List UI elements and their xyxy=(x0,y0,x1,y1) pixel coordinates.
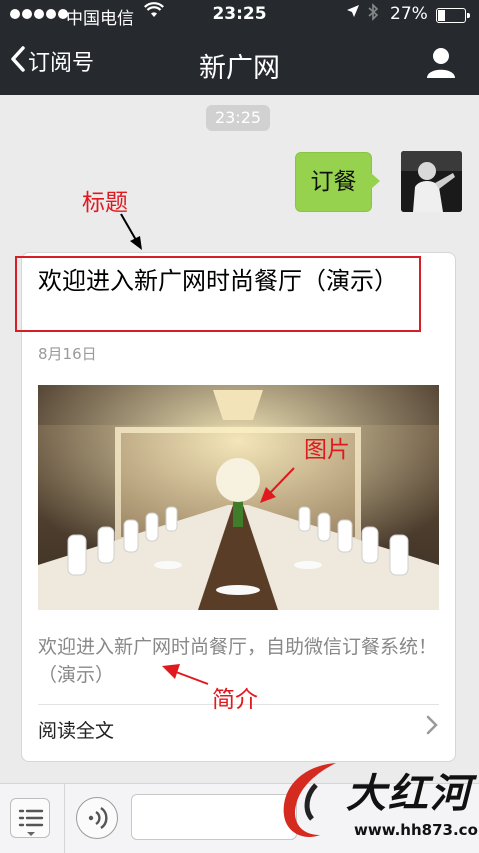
image-annotation-label: 图片 xyxy=(304,437,350,463)
page-title: 新广网 xyxy=(199,53,280,84)
bluetooth-icon xyxy=(367,3,379,25)
person-icon[interactable] xyxy=(424,46,458,80)
summary-annotation-label: 简介 xyxy=(212,687,258,713)
message-input[interactable] xyxy=(131,794,297,840)
battery-icon xyxy=(436,8,470,23)
sent-message-bubble[interactable]: 订餐 xyxy=(295,152,380,212)
voice-icon[interactable] xyxy=(76,797,118,839)
top-bar: 中国电信 23:25 27% 订阅号 新广网 xyxy=(0,0,479,95)
watermark-url: www.hh873.com xyxy=(354,821,479,839)
watermark-name: 大红河 xyxy=(346,770,472,817)
menu-list-icon[interactable] xyxy=(10,798,50,838)
title-annotation-arrow xyxy=(120,213,142,250)
nav-bar: 订阅号 新广网 xyxy=(0,30,479,95)
read-more-link[interactable]: 阅读全文 xyxy=(38,716,114,743)
article-image xyxy=(38,385,439,610)
image-annotation-arrow xyxy=(260,467,295,503)
summary-annotation-arrow xyxy=(162,664,209,685)
title-highlight-box xyxy=(15,256,421,332)
status-bar: 中国电信 23:25 27% xyxy=(0,0,479,30)
timestamp-badge: 23:25 xyxy=(206,105,270,131)
watermark: 大红河 www.hh873.com xyxy=(276,755,479,852)
article-date: 8月16日 xyxy=(38,345,97,363)
avatar[interactable] xyxy=(401,151,462,212)
input-bar-divider xyxy=(64,784,65,853)
chevron-right-icon xyxy=(426,715,438,741)
watermark-logo xyxy=(283,763,336,837)
battery-percent: 27% xyxy=(390,4,428,24)
location-arrow-icon xyxy=(346,4,360,22)
